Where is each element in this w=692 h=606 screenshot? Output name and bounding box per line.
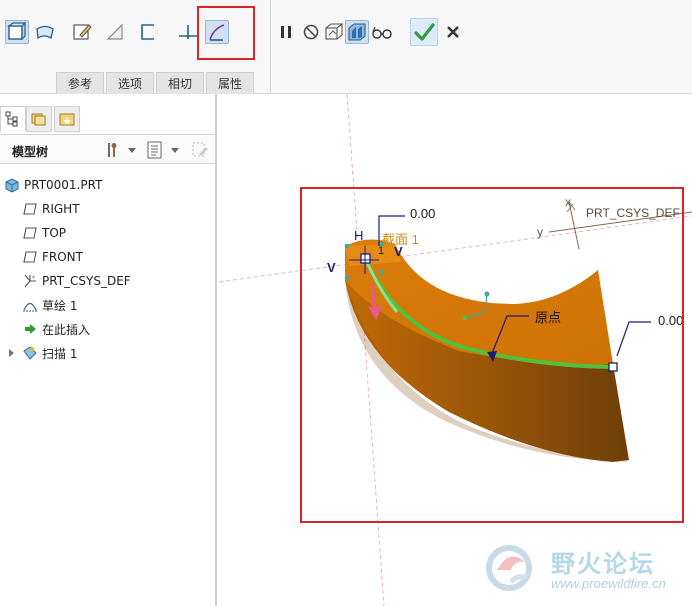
thicken-icon (141, 24, 154, 40)
csys-icon: * (22, 273, 38, 289)
remove-material-button[interactable] (103, 20, 127, 44)
tab-properties[interactable]: 属性 (206, 72, 255, 94)
ok-checkmark-icon (414, 23, 435, 41)
surface-button[interactable] (33, 20, 57, 44)
list-icon (147, 141, 162, 159)
remove-material-icon (106, 23, 123, 40)
tree-item-insert-here[interactable]: 在此插入 (22, 319, 90, 339)
chevron-down-icon[interactable] (128, 148, 136, 153)
ribbon-tabs: 参考 选项 相切 属性 (56, 72, 256, 94)
tree-item-sketch[interactable]: 草绘 1 (22, 295, 77, 315)
verify-button[interactable] (345, 20, 369, 44)
ribbon-separator (270, 0, 271, 94)
highlight-frame (300, 187, 684, 523)
svg-text:*: * (32, 275, 35, 282)
constant-section-icon (179, 25, 197, 39)
filter-icon (192, 142, 208, 157)
tree-display-button[interactable] (145, 140, 165, 160)
graphics-viewport[interactable]: 0.00 0.00 截面 1 原点 PRT_CSYS_DEF y x V V H… (219, 94, 692, 606)
tree-item-csys[interactable]: * PRT_CSYS_DEF (22, 271, 131, 291)
tree-item-label: RIGHT (42, 202, 80, 216)
tree-item-label: 扫描 1 (42, 346, 78, 361)
datum-plane-icon (22, 249, 38, 265)
cancel-x-icon (447, 26, 459, 38)
favorites-folder-icon (59, 113, 75, 126)
tab-tangency[interactable]: 相切 (156, 72, 205, 94)
ribbon: 参考 选项 相切 属性 (0, 0, 692, 94)
tree-item-label: TOP (42, 226, 67, 240)
sweep-icon (22, 345, 38, 361)
thicken-button[interactable] (136, 20, 160, 44)
pause-button[interactable] (274, 20, 298, 44)
surface-icon (36, 25, 54, 40)
chevron-down-icon[interactable] (171, 148, 179, 153)
tab-model-tree[interactable] (0, 106, 26, 132)
tree-item-label: PRT0001.PRT (24, 178, 103, 192)
sketch-edit-button[interactable] (70, 20, 94, 44)
model-tree-title: 模型树 (12, 145, 49, 159)
cancel-button[interactable] (441, 20, 465, 44)
tree-item-label: PRT_CSYS_DEF (42, 274, 131, 288)
tree-item-part[interactable]: PRT0001.PRT (4, 175, 102, 195)
panel-tabs (0, 106, 217, 132)
pause-icon (281, 26, 291, 38)
watermark-logo-icon (486, 545, 532, 591)
sketch-icon (22, 297, 38, 313)
watermark-title: 野火论坛 (551, 551, 655, 578)
glasses-button[interactable] (370, 20, 394, 44)
ok-button[interactable] (410, 18, 438, 46)
tree-item-right[interactable]: RIGHT (22, 199, 80, 219)
watermark: 野火论坛 www.proewildfire.cn (481, 540, 691, 600)
preview-button[interactable] (322, 20, 346, 44)
tab-folder-browser[interactable] (26, 106, 52, 132)
tab-references[interactable]: 参考 (56, 72, 105, 94)
tools-icon (108, 143, 117, 157)
tree-filter-button[interactable] (190, 140, 210, 160)
solid-icon (7, 21, 27, 41)
tree-item-front[interactable]: FRONT (22, 247, 83, 267)
tab-options[interactable]: 选项 (106, 72, 155, 94)
glasses-icon (372, 26, 392, 39)
model-tree-panel: 模型树 PRT0001.PRT RIGHT TOP FRONT * PRT_CS… (0, 94, 217, 606)
watermark-url: www.proewildfire.cn (551, 576, 666, 591)
tree-item-label: FRONT (42, 250, 83, 264)
sketch-edit-icon (73, 24, 92, 40)
tree-item-label: 草绘 1 (42, 298, 78, 313)
expand-arrow-icon[interactable] (9, 349, 14, 357)
highlight-box (197, 6, 255, 60)
tree-item-top[interactable]: TOP (22, 223, 66, 243)
no-preview-icon (303, 24, 319, 40)
tab-favorites[interactable] (54, 106, 80, 132)
tree-item-label: 在此插入 (42, 322, 91, 337)
part-icon (4, 177, 20, 193)
folder-icon (31, 113, 46, 126)
verify-icon (348, 23, 366, 41)
tree-settings-button[interactable] (103, 140, 123, 160)
no-preview-button[interactable] (299, 20, 323, 44)
tree-icon (5, 111, 18, 127)
model-tree-header: 模型树 (0, 134, 215, 164)
tree-item-sweep[interactable]: 扫描 1 (22, 343, 77, 363)
datum-plane-icon (22, 225, 38, 241)
insert-arrow-icon (22, 321, 38, 337)
solid-button[interactable] (5, 20, 29, 44)
preview-icon (325, 23, 344, 40)
datum-plane-icon (22, 201, 38, 217)
